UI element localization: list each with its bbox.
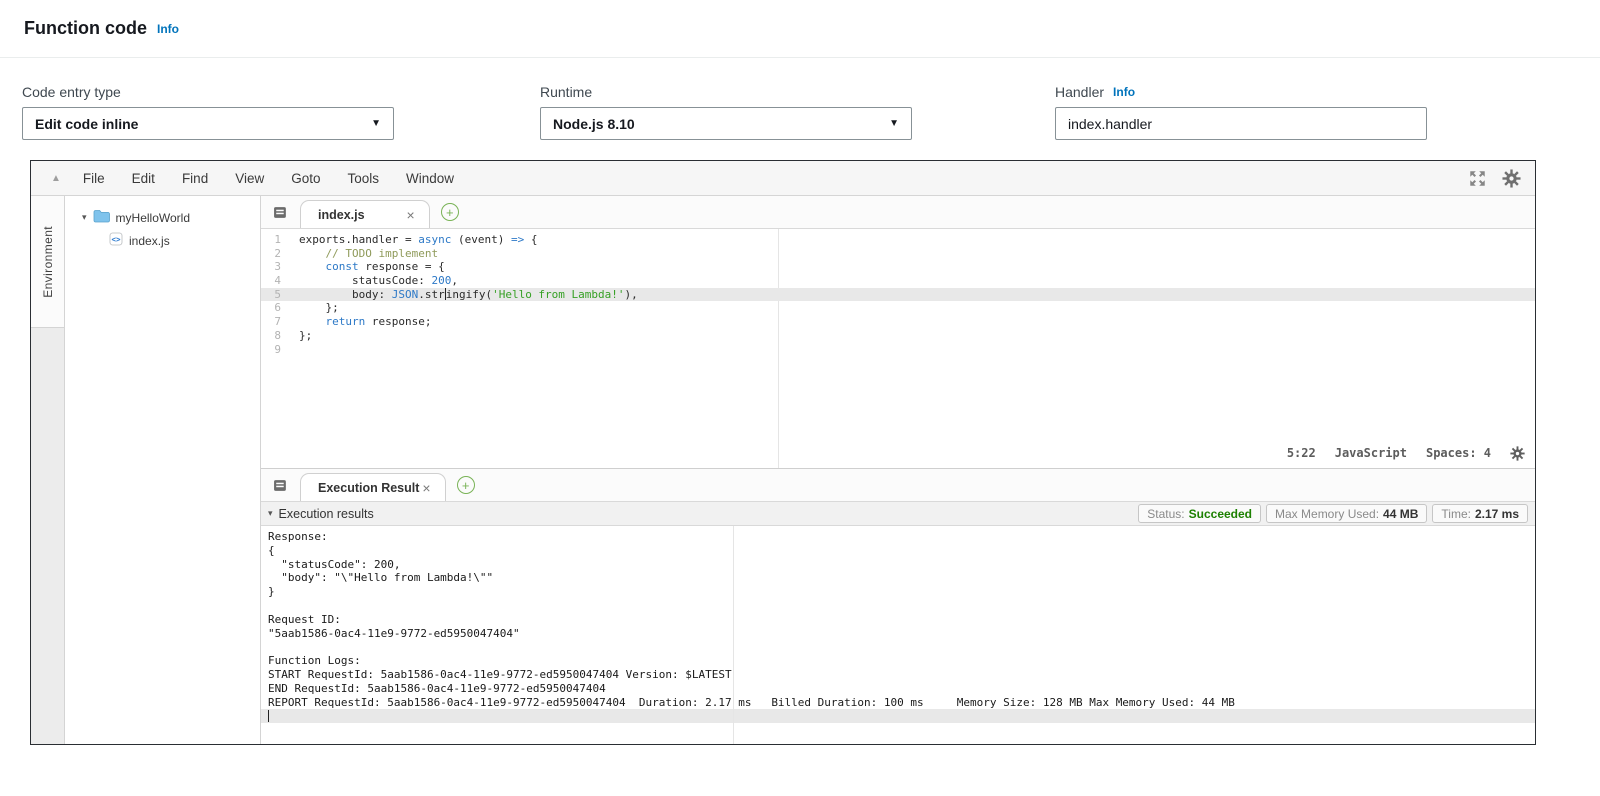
section-header: Function code Info: [0, 0, 1600, 58]
folder-icon: [93, 209, 110, 226]
js-file-icon: <>: [109, 232, 123, 249]
menu-item-view[interactable]: View: [235, 171, 264, 186]
handler-field: Handler Info: [1055, 84, 1427, 140]
line-number: 9: [261, 343, 294, 357]
collapse-results-icon[interactable]: ▾: [268, 508, 273, 519]
tab-list-icon[interactable]: [273, 206, 288, 219]
code-entry-type-label: Code entry type: [22, 84, 394, 100]
editor-status-bar: 5:22 JavaScript Spaces: 4: [1287, 446, 1525, 461]
tab-index-js[interactable]: index.js ×: [300, 200, 430, 228]
line-number: 7: [261, 315, 294, 329]
line-number: 8: [261, 329, 294, 343]
line-number: 6: [261, 301, 294, 315]
execution-results-output[interactable]: Response: { "statusCode": 200, "body": "…: [261, 526, 1535, 744]
folder-name: myHelloWorld: [116, 211, 190, 225]
max-memory-badge: Max Memory Used: 44 MB: [1266, 504, 1427, 523]
folder-expander-icon[interactable]: ▾: [82, 212, 87, 223]
collapse-editor-icon[interactable]: ▲: [51, 173, 61, 184]
editor-settings-gear-icon[interactable]: [1502, 169, 1521, 188]
code-line-4[interactable]: 4 statusCode: 200,: [261, 274, 1535, 288]
code-settings-form: Code entry type Edit code inline ▼ Runti…: [0, 58, 1600, 158]
menu-item-find[interactable]: Find: [182, 171, 208, 186]
code-editor-pane: index.js × + 1exports.handler = async (e…: [261, 196, 1535, 468]
status-value: Succeeded: [1189, 507, 1252, 521]
new-tab-icon[interactable]: +: [457, 476, 475, 494]
close-tab-icon[interactable]: ×: [422, 481, 430, 495]
file-tree-panel: ▾ myHelloWorld <> inde: [65, 196, 261, 744]
code-line-5[interactable]: 5 body: JSON.stringify('Hello from Lambd…: [261, 288, 1535, 302]
code-editor-frame: ▲ File Edit Find View Goto Tools Window: [30, 160, 1536, 745]
line-number: 5: [261, 288, 294, 302]
code-line-1[interactable]: 1exports.handler = async (event) => {: [261, 233, 1535, 247]
line-number: 2: [261, 247, 294, 261]
execution-results-header: ▾ Execution results Status: Succeeded Ma…: [261, 502, 1535, 526]
line-number: 1: [261, 233, 294, 247]
tab-execution-result-label: Execution Result: [318, 481, 419, 495]
execution-results-pane: Execution Result × + ▾ Execution results…: [261, 468, 1535, 744]
max-memory-value: 44 MB: [1383, 507, 1418, 521]
code-line-7[interactable]: 7 return response;: [261, 315, 1535, 329]
line-number: 3: [261, 260, 294, 274]
code-line-3[interactable]: 3 const response = {: [261, 260, 1535, 274]
environment-tab[interactable]: Environment: [31, 196, 64, 328]
code-line-6[interactable]: 6 };: [261, 301, 1535, 315]
language-mode-status[interactable]: JavaScript: [1335, 447, 1407, 461]
environment-tab-label: Environment: [41, 226, 55, 298]
code-entry-type-field: Code entry type Edit code inline ▼: [22, 84, 394, 140]
page-title: Function code: [24, 18, 147, 39]
execution-output-text: Response: { "statusCode": 200, "body": "…: [261, 526, 1535, 709]
menu-item-file[interactable]: File: [83, 171, 105, 186]
print-margin-line: [733, 526, 734, 744]
code-line-2[interactable]: 2 // TODO implement: [261, 247, 1535, 261]
runtime-field: Runtime Node.js 8.10 ▼: [540, 84, 912, 140]
tree-item-folder[interactable]: ▾ myHelloWorld: [65, 206, 260, 229]
tree-item-file[interactable]: <> index.js: [65, 229, 260, 252]
fullscreen-icon[interactable]: [1469, 170, 1486, 187]
new-tab-icon[interactable]: +: [441, 203, 459, 221]
code-line-8[interactable]: 8};: [261, 329, 1535, 343]
environment-sidebar-strip: Environment: [31, 196, 65, 744]
output-active-line: [261, 709, 1535, 723]
menu-item-edit[interactable]: Edit: [132, 171, 155, 186]
execution-results-title: Execution results: [279, 507, 374, 521]
cursor-position-status: 5:22: [1287, 447, 1316, 461]
editor-tabbar: index.js × +: [261, 196, 1535, 229]
tab-execution-result[interactable]: Execution Result ×: [300, 473, 446, 501]
tab-list-icon[interactable]: [273, 479, 288, 492]
editor-menubar: ▲ File Edit Find View Goto Tools Window: [31, 161, 1535, 196]
code-entry-type-value: Edit code inline: [35, 116, 138, 132]
handler-label: Handler: [1055, 84, 1104, 100]
menu-item-tools[interactable]: Tools: [348, 171, 380, 186]
file-name: index.js: [129, 234, 170, 248]
function-code-info-link[interactable]: Info: [157, 22, 179, 36]
lambda-function-code-page: Function code Info Code entry type Edit …: [0, 0, 1600, 158]
runtime-value: Node.js 8.10: [553, 116, 635, 132]
runtime-select[interactable]: Node.js 8.10 ▼: [540, 107, 912, 140]
runtime-label: Runtime: [540, 84, 912, 100]
menu-item-goto[interactable]: Goto: [291, 171, 320, 186]
indentation-status[interactable]: Spaces: 4: [1426, 447, 1491, 461]
svg-text:<>: <>: [111, 235, 121, 244]
menu-item-window[interactable]: Window: [406, 171, 454, 186]
handler-input[interactable]: [1055, 107, 1427, 140]
status-badge: Status: Succeeded: [1138, 504, 1261, 523]
chevron-down-icon: ▼: [371, 118, 381, 129]
status-bar-gear-icon[interactable]: [1510, 446, 1525, 461]
code-editing-area[interactable]: 1exports.handler = async (event) => {2 /…: [261, 229, 1535, 468]
result-badges: Status: Succeeded Max Memory Used: 44 MB…: [1138, 504, 1528, 523]
code-line-9[interactable]: 9: [261, 343, 1535, 357]
results-tabbar: Execution Result × +: [261, 469, 1535, 502]
tab-index-js-label: index.js: [318, 208, 365, 222]
close-tab-icon[interactable]: ×: [407, 208, 415, 222]
handler-info-link[interactable]: Info: [1113, 85, 1135, 99]
text-cursor: [268, 710, 269, 722]
chevron-down-icon: ▼: [889, 118, 899, 129]
code-entry-type-select[interactable]: Edit code inline ▼: [22, 107, 394, 140]
line-number: 4: [261, 274, 294, 288]
time-value: 2.17 ms: [1475, 507, 1519, 521]
time-badge: Time: 2.17 ms: [1432, 504, 1528, 523]
